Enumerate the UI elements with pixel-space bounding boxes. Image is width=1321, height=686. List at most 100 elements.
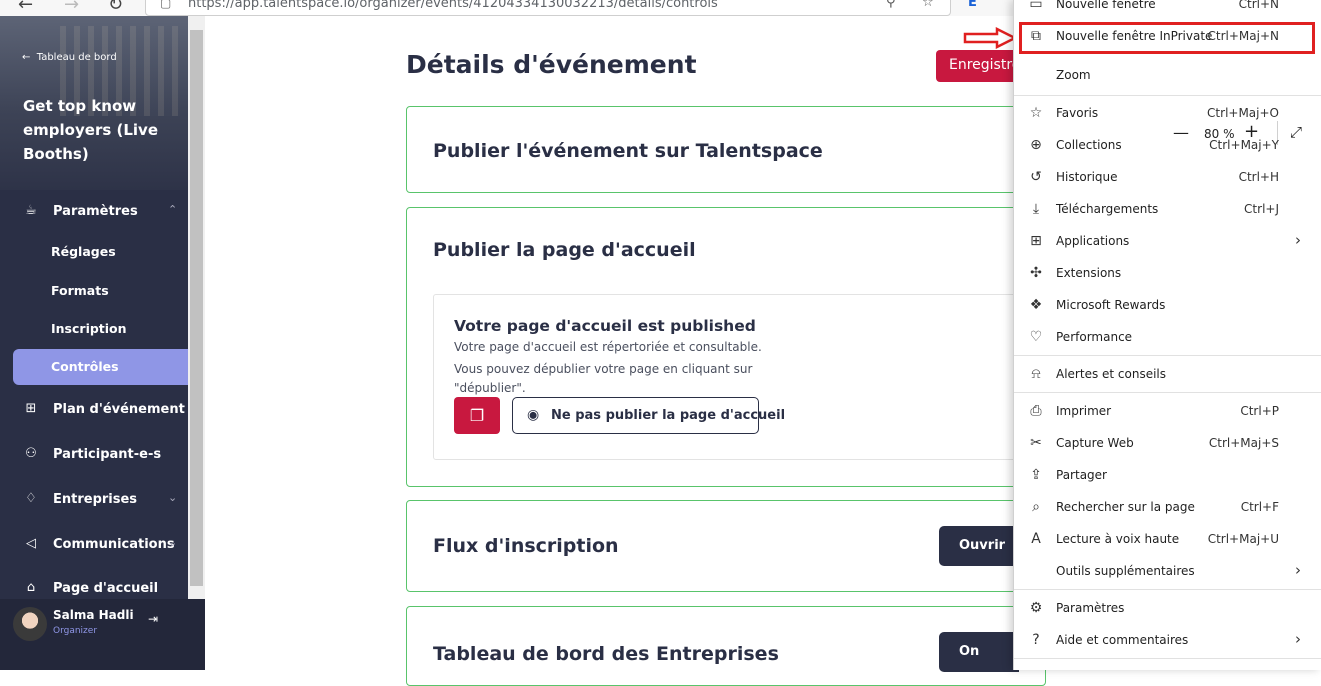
zoom-icon[interactable]: ⚲ xyxy=(886,0,896,10)
menu-item-rewards[interactable]: ❖ Microsoft Rewards xyxy=(1014,290,1321,320)
scrollbar-thumb[interactable] xyxy=(190,30,203,586)
favorites-icon: ☆ xyxy=(1029,105,1043,121)
menu-item-label: Historique xyxy=(1056,170,1118,184)
menu-item-label: Rechercher sur la page xyxy=(1056,500,1195,514)
avatar xyxy=(13,607,47,641)
menu-item-new-window[interactable]: ▭ Nouvelle fenêtre Ctrl+N xyxy=(1014,0,1321,19)
on-toggle-button[interactable]: On xyxy=(939,632,1019,672)
back-link-label: Tableau de bord xyxy=(36,52,117,63)
sidebar-item-plan[interactable]: ⊞ Plan d'événement xyxy=(0,392,188,428)
download-icon: ⤓ xyxy=(1032,201,1040,217)
menu-item-shortcut: Ctrl+P xyxy=(1240,404,1279,418)
bell-icon: ⍾ xyxy=(1031,366,1041,382)
card-title: Publier l'événement sur Talentspace xyxy=(433,140,823,162)
menu-item-shortcut: Ctrl+Maj+Y xyxy=(1209,138,1279,152)
back-arrow-icon[interactable]: ← xyxy=(18,0,33,15)
menu-item-performance[interactable]: ♡ Performance xyxy=(1014,322,1321,352)
menu-separator xyxy=(1014,392,1321,393)
menu-item-applications[interactable]: ⊞ Applications › xyxy=(1014,226,1321,256)
sidebar: ← Tableau de bord Get top know employers… xyxy=(0,16,188,670)
card-title: Flux d'inscription xyxy=(433,535,619,557)
favorite-star-icon[interactable]: ☆ xyxy=(922,0,934,10)
lock-icon[interactable]: ▢ xyxy=(160,0,171,10)
refresh-icon[interactable]: ↻ xyxy=(108,0,123,15)
sidebar-item-parametres[interactable]: ☕ Paramètres ⌃ xyxy=(0,194,188,230)
menu-item-shortcut: Ctrl+N xyxy=(1238,0,1279,11)
logout-icon[interactable]: ⇥ xyxy=(148,612,158,626)
browser-settings-menu: ▭ Nouvelle fenêtre Ctrl+N ⧉ Nouvelle fen… xyxy=(1013,0,1321,670)
menu-item-telechargements[interactable]: ⤓ Téléchargements Ctrl+J xyxy=(1014,194,1321,224)
menu-item-outils[interactable]: Outils supplémentaires › xyxy=(1014,556,1321,586)
card-title: Tableau de bord des Entreprises xyxy=(433,643,779,665)
published-description: Votre page d'accueil est répertoriée et … xyxy=(454,340,762,354)
unpublish-homepage-button[interactable]: ◉ Ne pas publier la page d'accueil xyxy=(512,397,785,434)
menu-separator xyxy=(1014,658,1321,659)
menu-item-partager[interactable]: ⇪ Partager xyxy=(1014,460,1321,490)
url-text[interactable]: https://app.talentspace.io/organizer/eve… xyxy=(188,0,718,11)
copy-icon: ❐ xyxy=(469,406,485,425)
extension-icon[interactable]: E xyxy=(968,0,977,10)
forward-arrow-icon[interactable]: → xyxy=(64,0,79,15)
publish-homepage-card: Publier la page d'accueil Votre page d'a… xyxy=(406,207,1046,487)
chevron-down-icon: ⌄ xyxy=(168,491,178,504)
megaphone-icon: ◁ xyxy=(26,536,36,551)
chevron-right-icon: › xyxy=(1295,561,1301,579)
sidebar-subitem-formats[interactable]: Formats xyxy=(13,273,188,309)
menu-item-shortcut: Ctrl+Maj+U xyxy=(1207,532,1279,546)
unpublish-hint: Vous pouvez dépublier votre page en cliq… xyxy=(454,362,753,395)
menu-item-label: Partager xyxy=(1056,468,1107,482)
apps-icon: ⊞ xyxy=(1030,233,1042,249)
menu-item-collections[interactable]: ⊕ Collections Ctrl+Maj+Y xyxy=(1014,130,1321,160)
sidebar-subitem-controles[interactable]: Contrôles xyxy=(13,349,188,385)
menu-item-historique[interactable]: ↺ Historique Ctrl+H xyxy=(1014,162,1321,192)
sidebar-item-label: Plan d'événement xyxy=(53,402,185,417)
publish-event-card: Publier l'événement sur Talentspace xyxy=(406,106,1046,193)
sidebar-subitem-label: Contrôles xyxy=(51,359,119,374)
menu-item-rechercher[interactable]: ⌕ Rechercher sur la page Ctrl+F xyxy=(1014,492,1321,522)
menu-item-aide[interactable]: ? Aide et commentaires › xyxy=(1014,625,1321,655)
sidebar-item-label: Entreprises xyxy=(53,492,138,507)
menu-item-alertes[interactable]: ⍾ Alertes et conseils xyxy=(1014,359,1321,389)
highlight-box-annotation xyxy=(1019,22,1315,54)
sidebar-item-communications[interactable]: ◁ Communications ⌄ xyxy=(0,527,188,563)
sidebar-item-label: Communications xyxy=(53,537,175,552)
menu-item-lecture[interactable]: A Lecture à voix haute Ctrl+Maj+U xyxy=(1014,524,1321,554)
help-icon: ? xyxy=(1032,632,1040,648)
chevron-down-icon: ⌄ xyxy=(168,536,178,549)
menu-item-label: Favoris xyxy=(1056,106,1099,120)
open-button[interactable]: Ouvrir xyxy=(939,526,1019,566)
menu-item-label: Alertes et conseils xyxy=(1056,367,1167,381)
menu-item-label: Nouvelle fenêtre xyxy=(1056,0,1156,11)
back-to-dashboard-link[interactable]: ← Tableau de bord xyxy=(22,52,117,63)
menu-item-shortcut: Ctrl+H xyxy=(1238,170,1279,184)
heartbeat-icon: ♡ xyxy=(1029,329,1043,345)
user-name: Salma Hadli xyxy=(53,608,134,622)
menu-item-label: Extensions xyxy=(1056,266,1122,280)
handshake-icon: ♢ xyxy=(25,491,37,506)
menu-item-capture-web[interactable]: ✂ Capture Web Ctrl+Maj+S xyxy=(1014,428,1321,458)
rewards-icon: ❖ xyxy=(1029,297,1043,313)
coffee-icon: ☕ xyxy=(25,203,37,218)
page-title: Détails d'événement xyxy=(406,50,697,79)
sidebar-item-label: Paramètres xyxy=(53,204,138,219)
menu-item-label: Capture Web xyxy=(1056,436,1134,450)
home-icon: ⌂ xyxy=(26,580,36,595)
back-arrow-icon: ← xyxy=(22,52,37,63)
sidebar-subitem-label: Formats xyxy=(51,283,109,298)
menu-separator xyxy=(1014,589,1321,590)
menu-item-imprimer[interactable]: ⎙ Imprimer Ctrl+P xyxy=(1014,396,1321,426)
sidebar-subitem-reglages[interactable]: Réglages xyxy=(13,234,188,270)
event-title: Get top know employers (Live Booths) xyxy=(23,97,158,163)
copy-button[interactable]: ❐ xyxy=(454,397,500,434)
menu-separator xyxy=(1014,95,1321,96)
user-profile[interactable]: Salma Hadli Organizer ⇥ xyxy=(0,599,205,670)
puzzle-icon: ✣ xyxy=(1030,265,1042,281)
sidebar-subitem-inscription[interactable]: Inscription xyxy=(13,311,188,347)
menu-item-parametres[interactable]: ⚙ Paramètres xyxy=(1014,593,1321,623)
sidebar-item-participants[interactable]: ⚇ Participant-e-s xyxy=(0,437,188,473)
menu-item-extensions[interactable]: ✣ Extensions xyxy=(1014,258,1321,288)
sidebar-item-entreprises[interactable]: ♢ Entreprises ⌄ xyxy=(0,482,188,518)
sidebar-item-label: Page d'accueil xyxy=(53,581,159,596)
menu-item-favoris[interactable]: ☆ Favoris Ctrl+Maj+O xyxy=(1014,98,1321,128)
collections-icon: ⊕ xyxy=(1030,137,1042,153)
